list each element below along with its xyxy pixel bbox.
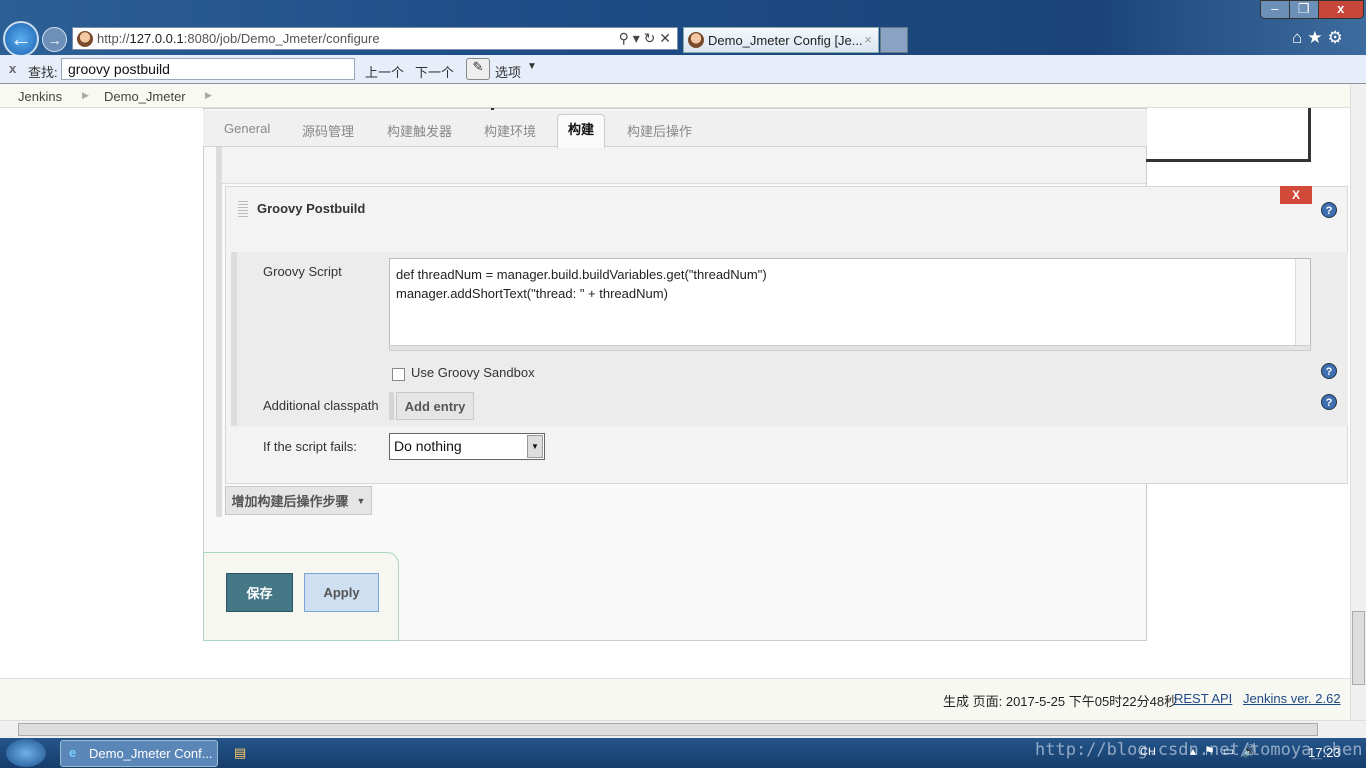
tab-post-build[interactable]: 构建后操作 xyxy=(627,121,692,140)
forward-button[interactable]: → xyxy=(42,27,67,52)
url-prefix: http:// xyxy=(97,31,130,46)
minimize-button[interactable]: – xyxy=(1261,1,1289,18)
apply-button[interactable]: Apply xyxy=(304,573,379,612)
drag-handle-icon[interactable] xyxy=(238,201,248,217)
help-icon[interactable]: ? xyxy=(1321,363,1337,379)
help-icon[interactable]: ? xyxy=(1321,394,1337,410)
language-indicator[interactable]: CH xyxy=(1140,746,1156,758)
add-step-label: 增加构建后操作步骤 xyxy=(231,494,349,509)
address-bar[interactable]: http://127.0.0.1:8080/job/Demo_Jmeter/co… xyxy=(72,27,678,50)
close-window-button[interactable]: x xyxy=(1317,1,1363,18)
previous-section xyxy=(222,147,1146,184)
jenkins-version-link[interactable]: Jenkins ver. 2.62 xyxy=(1243,691,1341,706)
back-button[interactable]: ← xyxy=(3,21,39,57)
script-fails-select[interactable]: Do nothing ▼ xyxy=(389,433,545,460)
scrollbar-thumb[interactable] xyxy=(18,723,1318,736)
save-button[interactable]: 保存 xyxy=(226,573,293,612)
textarea-scrollbar[interactable] xyxy=(1295,259,1310,345)
taskbar-window-title: Demo_Jmeter Conf... xyxy=(89,746,213,761)
search-refresh-stop-icons[interactable]: ⚲ ▾ ↻ ✕ xyxy=(619,30,671,47)
breadcrumb xyxy=(0,84,1350,108)
section-title: Groovy Postbuild xyxy=(257,201,366,216)
subsection-rail xyxy=(231,252,237,426)
rest-api-link[interactable]: REST API xyxy=(1174,691,1232,706)
window-controls: – ❐ x xyxy=(1260,0,1364,19)
chevron-down-icon: ▼ xyxy=(527,435,543,458)
jenkins-favicon xyxy=(688,32,704,48)
tab-close-icon[interactable]: × xyxy=(864,32,872,47)
chevron-down-icon: ▼ xyxy=(527,61,537,72)
url-path: :8080/job/Demo_Jmeter/configure xyxy=(183,31,380,46)
start-button[interactable] xyxy=(6,739,46,767)
groovy-script-label: Groovy Script xyxy=(263,264,342,279)
section-rail xyxy=(216,147,222,517)
clock[interactable]: 17:23 xyxy=(1308,745,1341,760)
browser-tab[interactable]: Demo_Jmeter Config [Je... × xyxy=(683,27,879,53)
chevron-right-icon: ▶ xyxy=(82,90,89,100)
tab-title: Demo_Jmeter Config [Je... xyxy=(708,32,863,48)
generated-timestamp: 生成 页面: 2017-5-25 下午05时22分48秒 xyxy=(943,694,1178,709)
find-prev-button[interactable]: 上一个 xyxy=(365,62,404,81)
select-value: Do nothing xyxy=(394,438,462,454)
script-fails-label: If the script fails: xyxy=(263,439,357,454)
tab-triggers[interactable]: 构建触发器 xyxy=(387,121,452,140)
sandbox-label: Use Groovy Sandbox xyxy=(411,365,535,380)
add-entry-button[interactable]: Add entry xyxy=(396,392,474,420)
tab-environment[interactable]: 构建环境 xyxy=(484,121,536,140)
breadcrumb-demo-jmeter[interactable]: Demo_Jmeter xyxy=(104,89,186,104)
url-host: 127.0.0.1 xyxy=(129,31,184,46)
find-next-button[interactable]: 下一个 xyxy=(415,62,454,81)
highlight-icon[interactable]: ✎ xyxy=(466,58,490,80)
find-close-icon[interactable]: x xyxy=(9,61,16,76)
classpath-rail xyxy=(389,392,394,420)
restore-button[interactable]: ❐ xyxy=(1288,1,1318,18)
breadcrumb-jenkins[interactable]: Jenkins xyxy=(18,89,62,104)
add-post-build-step-button[interactable]: 增加构建后操作步骤 ▼ xyxy=(225,486,372,515)
chevron-down-icon: ▼ xyxy=(356,495,366,506)
tab-general[interactable]: General xyxy=(224,121,270,136)
tab-scm[interactable]: 源码管理 xyxy=(302,121,354,140)
find-label: 查找: xyxy=(28,65,58,80)
horizontal-scrollbar[interactable] xyxy=(0,720,1366,738)
groovy-script-textarea[interactable]: def threadNum = manager.build.buildVaria… xyxy=(389,258,1311,346)
ie-icon: e xyxy=(69,745,77,760)
tab-build[interactable]: 构建 xyxy=(557,114,605,148)
vertical-scrollbar[interactable] xyxy=(1350,84,1366,720)
classpath-label: Additional classpath xyxy=(263,398,379,413)
find-options-button[interactable]: 选项 xyxy=(495,62,521,81)
delete-step-button[interactable]: X xyxy=(1280,186,1312,204)
taskbar-ie-window[interactable]: e Demo_Jmeter Conf... xyxy=(60,740,218,767)
jenkins-favicon xyxy=(77,31,93,47)
home-star-gear-icons[interactable]: ⌂★⚙ xyxy=(1292,28,1348,48)
scrollbar-thumb[interactable] xyxy=(1352,611,1365,685)
textarea-resize-handle[interactable] xyxy=(389,345,1311,351)
help-icon[interactable]: ? xyxy=(1321,202,1337,218)
tray-icons[interactable]: ▴⚑▭🔊 xyxy=(1190,744,1265,758)
sandbox-checkbox[interactable] xyxy=(392,368,405,381)
new-tab-button[interactable] xyxy=(880,27,908,53)
chevron-right-icon: ▶ xyxy=(205,90,212,100)
find-input[interactable]: groovy postbuild xyxy=(61,58,355,80)
explorer-icon[interactable]: ▤ xyxy=(234,745,246,761)
